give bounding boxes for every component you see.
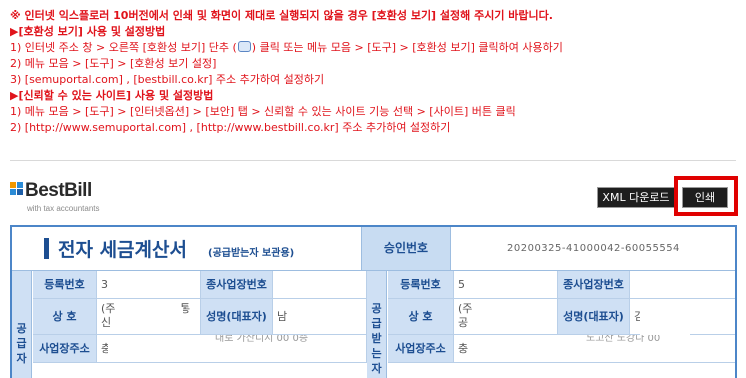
supplier-side-label: 공급자 — [12, 271, 32, 378]
supplier-sub-biz-no — [273, 271, 367, 299]
redaction-block — [112, 273, 192, 297]
buyer-company-label: 상 호 — [388, 299, 454, 335]
compat-step-2: 2) 메뉴 모음 > [도구] > [호환성 보기 설정] — [10, 57, 217, 70]
invoice-title-area: 전자 세금계산서 (공급받는자 보관용) — [12, 227, 361, 270]
buyer-side-label: 공급받는자 — [367, 271, 387, 378]
buyer-reg-no-label: 등록번호 — [388, 271, 454, 299]
title-bar-icon — [44, 238, 49, 259]
logo-mark-icon — [10, 182, 23, 195]
redaction-block — [474, 273, 554, 297]
supplier-sub-biz-label: 종사업장번호 — [201, 271, 273, 299]
redaction-block — [468, 337, 586, 359]
invoice-subtitle: (공급받는자 보관용) — [208, 248, 295, 259]
approval-number-label: 승인번호 — [361, 227, 451, 270]
divider — [10, 160, 736, 161]
invoice-header: 전자 세금계산서 (공급받는자 보관용) 승인번호 20200325-41000… — [12, 227, 735, 271]
supplier-address-label: 사업장주소 — [33, 335, 97, 363]
notice-headline: ※ 인터넷 익스플로러 10버전에서 인쇄 및 화면이 제대로 실행되지 않을 … — [10, 9, 553, 22]
buyer-sub-biz-label: 종사업장번호 — [558, 271, 630, 299]
compat-view-title: ▶[호환성 보기] 사용 및 설정방법 — [10, 25, 166, 38]
tax-invoice: 전자 세금계산서 (공급받는자 보관용) 승인번호 20200325-41000… — [10, 225, 737, 378]
redaction-block — [115, 307, 183, 334]
trusted-step-1: 1) 메뉴 모음 > [도구] > [인터넷옵션] > [보안] 탭 > 신뢰할… — [10, 105, 516, 118]
buyer-address-label: 사업장주소 — [388, 335, 454, 363]
supplier-rep: 남 — [273, 299, 367, 335]
buyer-rep-label: 성명(대표자) — [558, 299, 630, 335]
trusted-site-title: ▶[신뢰할 수 있는 사이트] 사용 및 설정방법 — [10, 89, 214, 102]
logo-tagline: with tax accountants — [27, 204, 100, 213]
supplier-rep-label: 성명(대표자) — [201, 299, 273, 335]
redaction-block — [640, 305, 690, 335]
bestbill-logo: BestBill with tax accountants — [10, 178, 140, 218]
trusted-step-2: 2) [http://www.semuportal.com] , [http:/… — [10, 121, 451, 134]
approval-number-value: 20200325-41000042-60055554 — [507, 243, 680, 254]
redaction-block — [108, 337, 200, 359]
redaction-block — [472, 307, 544, 334]
compat-step-1: 1) 인터넷 주소 창 > 오른쪽 [호환성 보기] 단추 () 클릭 또는 메… — [10, 41, 563, 54]
invoice-title: 전자 세금계산서 — [58, 239, 187, 261]
ie-compatibility-notice: ※ 인터넷 익스플로러 10버전에서 인쇄 및 화면이 제대로 실행되지 않을 … — [10, 8, 740, 136]
compat-step-3: 3) [semuportal.com] , [bestbill.co.kr] 주… — [10, 73, 325, 86]
logo-name: BestBill — [25, 180, 92, 201]
supplier-reg-no-label: 등록번호 — [33, 271, 97, 299]
supplier-company-label: 상 호 — [33, 299, 97, 335]
xml-download-button[interactable]: XML 다운로드 — [597, 187, 675, 208]
buyer-sub-biz-no — [630, 271, 735, 299]
compat-view-icon — [237, 41, 251, 52]
print-button[interactable]: 인쇄 — [682, 187, 728, 208]
